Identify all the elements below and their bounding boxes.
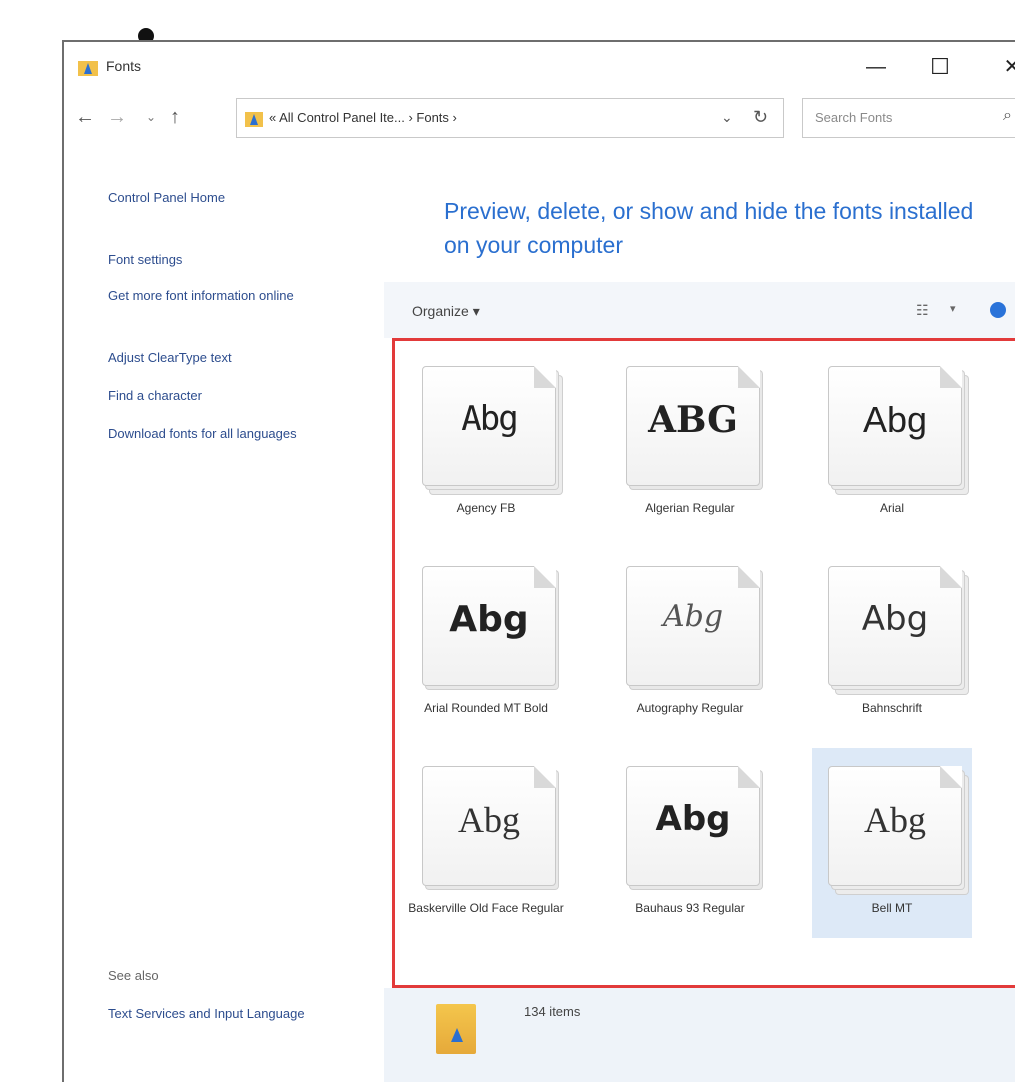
font-file-icon: Abg xyxy=(828,366,962,486)
control-panel-home-link[interactable]: Control Panel Home xyxy=(108,190,348,206)
refresh-icon[interactable]: ↻ xyxy=(753,107,768,128)
command-bar: Organize ▾ ☷ ▾ xyxy=(384,282,1015,338)
font-name: Bell MT xyxy=(871,901,913,915)
font-sample: ABG xyxy=(648,399,738,441)
font-tile-arial-rounded[interactable]: Abg Arial Rounded MT Bold xyxy=(406,548,566,738)
minimize-button[interactable]: — xyxy=(858,50,894,84)
font-sample: Abg xyxy=(861,599,929,639)
font-tile-baskerville[interactable]: Abg Baskerville Old Face Regular xyxy=(406,748,566,938)
font-file-icon: Abg xyxy=(422,366,556,486)
more-font-info-link[interactable]: Get more font information online xyxy=(108,288,348,304)
font-name: Agency FB xyxy=(456,501,516,515)
font-name: Baskerville Old Face Regular xyxy=(408,901,564,915)
adjust-cleartype-link[interactable]: Adjust ClearType text xyxy=(108,350,348,366)
breadcrumb[interactable]: « All Control Panel Ite... › Fonts › xyxy=(269,110,457,125)
find-character-link[interactable]: Find a character xyxy=(108,388,348,404)
font-tile-algerian[interactable]: ABG Algerian Regular xyxy=(610,348,770,538)
font-file-icon: Abg xyxy=(626,766,760,886)
see-also-heading: See also xyxy=(108,968,159,983)
forward-arrow-icon[interactable]: → xyxy=(104,102,130,132)
font-file-icon: Abg xyxy=(828,566,962,686)
font-file-icon: ABG xyxy=(626,366,760,486)
page-title: Preview, delete, or show and hide the fo… xyxy=(444,198,974,258)
font-sample: Abg xyxy=(864,800,926,840)
maximize-button[interactable]: ☐ xyxy=(922,50,958,84)
navigation-bar: ← → ⌄ ↑ « All Control Panel Ite... › Fon… xyxy=(64,94,1015,142)
font-name: Algerian Regular xyxy=(645,501,735,515)
fonts-folder-icon xyxy=(436,1004,476,1054)
up-arrow-icon[interactable]: ↑ xyxy=(162,102,188,132)
view-options-icon[interactable]: ☷ xyxy=(916,302,929,319)
font-tile-bauhaus[interactable]: Abg Bauhaus 93 Regular xyxy=(610,748,770,938)
address-dropdown-icon[interactable]: ⌄ xyxy=(721,109,733,126)
font-tile-bell-mt[interactable]: Abg Bell MT xyxy=(812,748,972,938)
font-name: Arial xyxy=(879,501,904,515)
title-bar: Fonts — ☐ ✕ xyxy=(64,42,1015,92)
font-sample: Abg xyxy=(458,800,520,840)
font-sample: Abg xyxy=(461,399,518,439)
text-services-link[interactable]: Text Services and Input Language xyxy=(108,1006,348,1022)
font-name: Arial Rounded MT Bold xyxy=(424,701,548,715)
font-sample: Abg xyxy=(449,599,529,640)
close-button[interactable]: ✕ xyxy=(994,50,1015,84)
font-name: Bauhaus 93 Regular xyxy=(635,901,745,915)
font-sample: Abg xyxy=(655,799,731,839)
font-name: Autography Regular xyxy=(636,701,744,715)
details-pane: 134 items xyxy=(384,988,1015,1082)
window-title: Fonts xyxy=(106,58,142,74)
font-settings-link[interactable]: Font settings xyxy=(108,252,348,268)
font-file-icon: Abg xyxy=(626,566,760,686)
fonts-window: Fonts — ☐ ✕ ← → ⌄ ↑ « All Control Panel … xyxy=(62,40,1015,1082)
font-file-icon: Abg xyxy=(422,566,556,686)
font-file-icon: Abg xyxy=(828,766,962,886)
font-tile-autography[interactable]: Abg Autography Regular xyxy=(610,548,770,738)
fonts-folder-icon xyxy=(245,112,263,127)
left-pane: Control Panel Home Font settings Get mor… xyxy=(64,142,384,1082)
search-input[interactable]: Search Fonts ⌕ xyxy=(802,98,1015,138)
help-icon[interactable] xyxy=(990,302,1006,318)
font-sample: Abg xyxy=(862,399,928,440)
font-file-icon: Abg xyxy=(422,766,556,886)
fonts-folder-icon xyxy=(78,61,98,76)
download-fonts-link[interactable]: Download fonts for all languages xyxy=(108,426,348,442)
search-placeholder: Search Fonts xyxy=(815,110,893,125)
address-bar[interactable]: « All Control Panel Ite... › Fonts › ⌄ ↻ xyxy=(236,98,784,138)
font-sample: Abg xyxy=(662,599,724,634)
font-name: Bahnschrift xyxy=(861,701,923,715)
organize-button[interactable]: Organize ▾ xyxy=(412,303,480,320)
search-icon[interactable]: ⌕ xyxy=(1003,107,1012,125)
recent-locations-chevron-icon[interactable]: ⌄ xyxy=(138,102,164,132)
font-tile-agency-fb[interactable]: Abg Agency FB xyxy=(406,348,566,538)
item-count: 134 items xyxy=(524,1004,581,1019)
back-arrow-icon[interactable]: ← xyxy=(72,102,98,132)
font-tile-arial[interactable]: Abg Arial xyxy=(812,348,972,538)
font-grid-area: Abg Agency FB ABG Algerian Regular Abg A… xyxy=(384,338,1015,1082)
view-dropdown-icon[interactable]: ▾ xyxy=(950,302,956,315)
font-tile-bahnschrift[interactable]: Abg Bahnschrift xyxy=(812,548,972,738)
